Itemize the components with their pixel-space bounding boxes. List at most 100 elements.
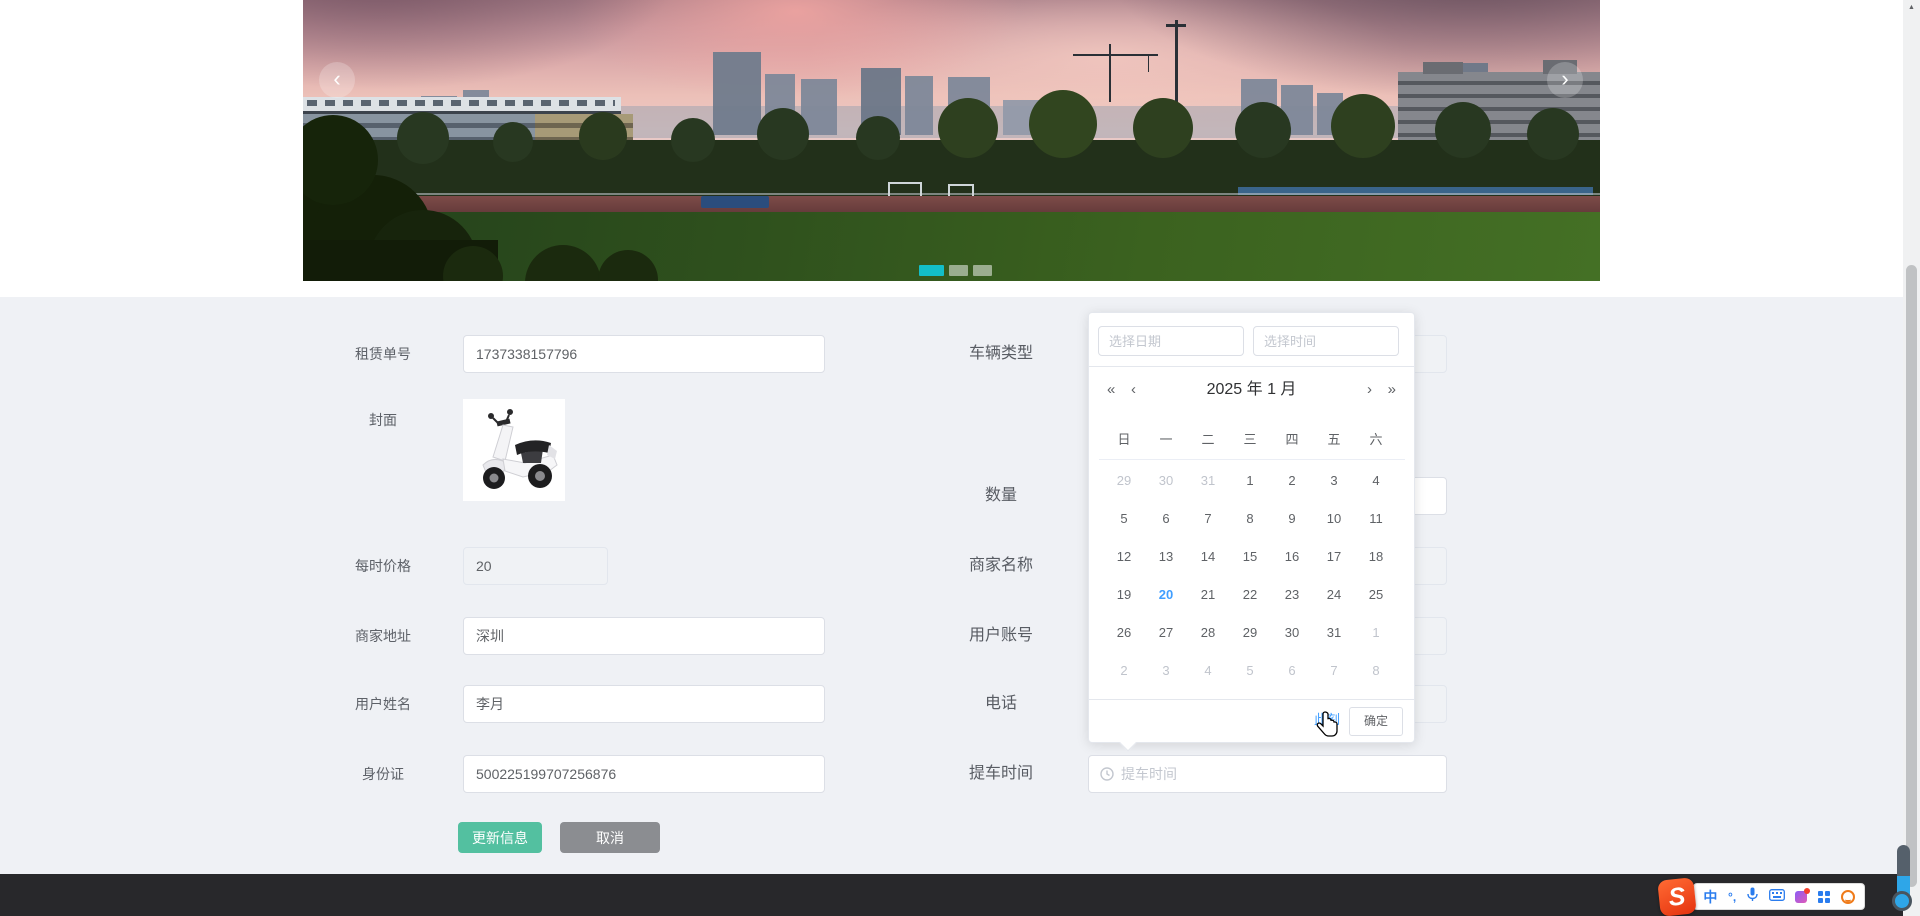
calendar-day[interactable]: 31 [1313,614,1355,652]
confirm-button[interactable]: 确定 [1349,707,1403,736]
tree [671,118,715,162]
scrollbar-thumb[interactable] [1906,265,1917,887]
label-hourly-price: 每时价格 [355,558,411,574]
rental-order-no-input[interactable] [463,335,825,373]
calendar-day[interactable]: 15 [1229,538,1271,576]
calendar-day[interactable]: 29 [1103,462,1145,500]
calendar-day[interactable]: 24 [1313,576,1355,614]
calendar-day[interactable]: 7 [1187,500,1229,538]
calendar-day[interactable]: 9 [1271,500,1313,538]
next-month-icon[interactable]: › [1367,375,1372,405]
calendar-day[interactable]: 22 [1229,576,1271,614]
calendar-divider [1099,459,1405,460]
calendar-day[interactable]: 28 [1187,614,1229,652]
clock-icon [1100,767,1114,786]
calendar-day[interactable]: 18 [1355,538,1397,576]
calendar-day[interactable]: 2 [1103,652,1145,690]
light-rail-train [303,97,621,111]
annotation-tool-bulb[interactable] [1892,891,1912,911]
tree [579,112,627,160]
calendar-day[interactable]: 19 [1103,576,1145,614]
user-name-input[interactable] [463,685,825,723]
calendar-title: 2025 年 1 月 [1089,375,1414,405]
keyboard-icon[interactable] [1768,888,1785,906]
construction-crane [1109,44,1111,102]
calendar-day[interactable]: 13 [1145,538,1187,576]
ime-toolbox-icon[interactable] [1817,890,1830,903]
calendar-day[interactable]: 26 [1103,614,1145,652]
microphone-icon[interactable] [1747,887,1758,907]
calendar-month[interactable]: 1 月 [1267,381,1296,398]
calendar-day[interactable]: 11 [1355,500,1397,538]
calendar-day[interactable]: 5 [1103,500,1145,538]
calendar-day[interactable]: 2 [1271,462,1313,500]
calendar-day[interactable]: 25 [1355,576,1397,614]
prev-month-icon[interactable]: ‹ [1131,375,1136,405]
calendar-day[interactable]: 1 [1355,614,1397,652]
label-merchant-name: 商家名称 [968,557,1033,574]
scrollbar[interactable]: ▲ [1903,0,1920,916]
update-info-button[interactable]: 更新信息 [458,822,542,853]
calendar-day[interactable]: 1 [1229,462,1271,500]
sogou-logo[interactable]: S [1657,877,1697,916]
picker-date-input[interactable] [1098,326,1244,356]
floodlight-arm [1166,24,1186,27]
calendar-day[interactable]: 3 [1145,652,1187,690]
tree [1029,90,1097,158]
carousel-dot-1[interactable] [949,265,968,276]
calendar-day[interactable]: 4 [1187,652,1229,690]
calendar-day[interactable]: 16 [1271,538,1313,576]
label-pickup-time: 提车时间 [968,765,1033,782]
calendar-day[interactable]: 10 [1313,500,1355,538]
cancel-button[interactable]: 取消 [560,822,660,853]
tree [938,98,998,158]
pickup-time-input[interactable] [1088,755,1447,793]
calendar-day[interactable]: 20 [1145,576,1187,614]
weekday-label: 三 [1243,432,1257,447]
calendar-day[interactable]: 6 [1271,652,1313,690]
calendar-year[interactable]: 2025 年 [1207,381,1263,398]
tree [1527,108,1579,160]
prev-year-icon[interactable]: « [1107,375,1115,405]
label-rental-order-no: 租赁单号 [355,346,411,362]
ime-language-toggle[interactable]: 中 [1703,887,1717,907]
carousel-dot-2[interactable] [973,265,992,276]
ime-punctuation-toggle[interactable]: °, [1728,890,1736,904]
calendar-day[interactable]: 12 [1103,538,1145,576]
id-card-input[interactable] [463,755,825,793]
calendar-day[interactable]: 31 [1187,462,1229,500]
calendar-day[interactable]: 5 [1229,652,1271,690]
picker-time-input[interactable] [1253,326,1399,356]
datetime-picker-popup: « ‹ 2025 年 1 月 › » 日一二三四五六 2930311234567… [1088,312,1415,743]
weekday-label: 五 [1327,432,1341,447]
carousel-dot-0[interactable] [919,265,944,276]
label-phone: 电话 [984,695,1017,712]
calendar-day[interactable]: 29 [1229,614,1271,652]
scrollbar-up-icon[interactable]: ▲ [1903,0,1920,16]
calendar-day[interactable]: 8 [1229,500,1271,538]
cover-image[interactable] [463,399,565,501]
carousel-next-button[interactable]: › [1547,62,1583,98]
tree [1133,98,1193,158]
calendar-day[interactable]: 30 [1145,462,1187,500]
calendar-day[interactable]: 30 [1271,614,1313,652]
next-year-icon[interactable]: » [1388,375,1396,405]
calendar-day[interactable]: 27 [1145,614,1187,652]
calendar-day[interactable]: 7 [1313,652,1355,690]
calendar-day[interactable]: 21 [1187,576,1229,614]
carousel-prev-button[interactable]: ‹ [319,62,355,98]
calendar-day[interactable]: 17 [1313,538,1355,576]
merchant-address-input[interactable] [463,617,825,655]
hourly-price-input[interactable] [463,547,608,585]
skyline-tower [905,76,933,135]
skyline-tower [713,52,761,135]
mouse-cursor-hand [1316,710,1340,743]
calendar-day[interactable]: 4 [1355,462,1397,500]
ime-emoji-icon[interactable] [1840,889,1855,904]
calendar-day[interactable]: 6 [1145,500,1187,538]
calendar-day[interactable]: 23 [1271,576,1313,614]
calendar-day[interactable]: 14 [1187,538,1229,576]
calendar-day[interactable]: 3 [1313,462,1355,500]
calendar-day[interactable]: 8 [1355,652,1397,690]
ime-skin-icon[interactable] [1795,887,1811,903]
